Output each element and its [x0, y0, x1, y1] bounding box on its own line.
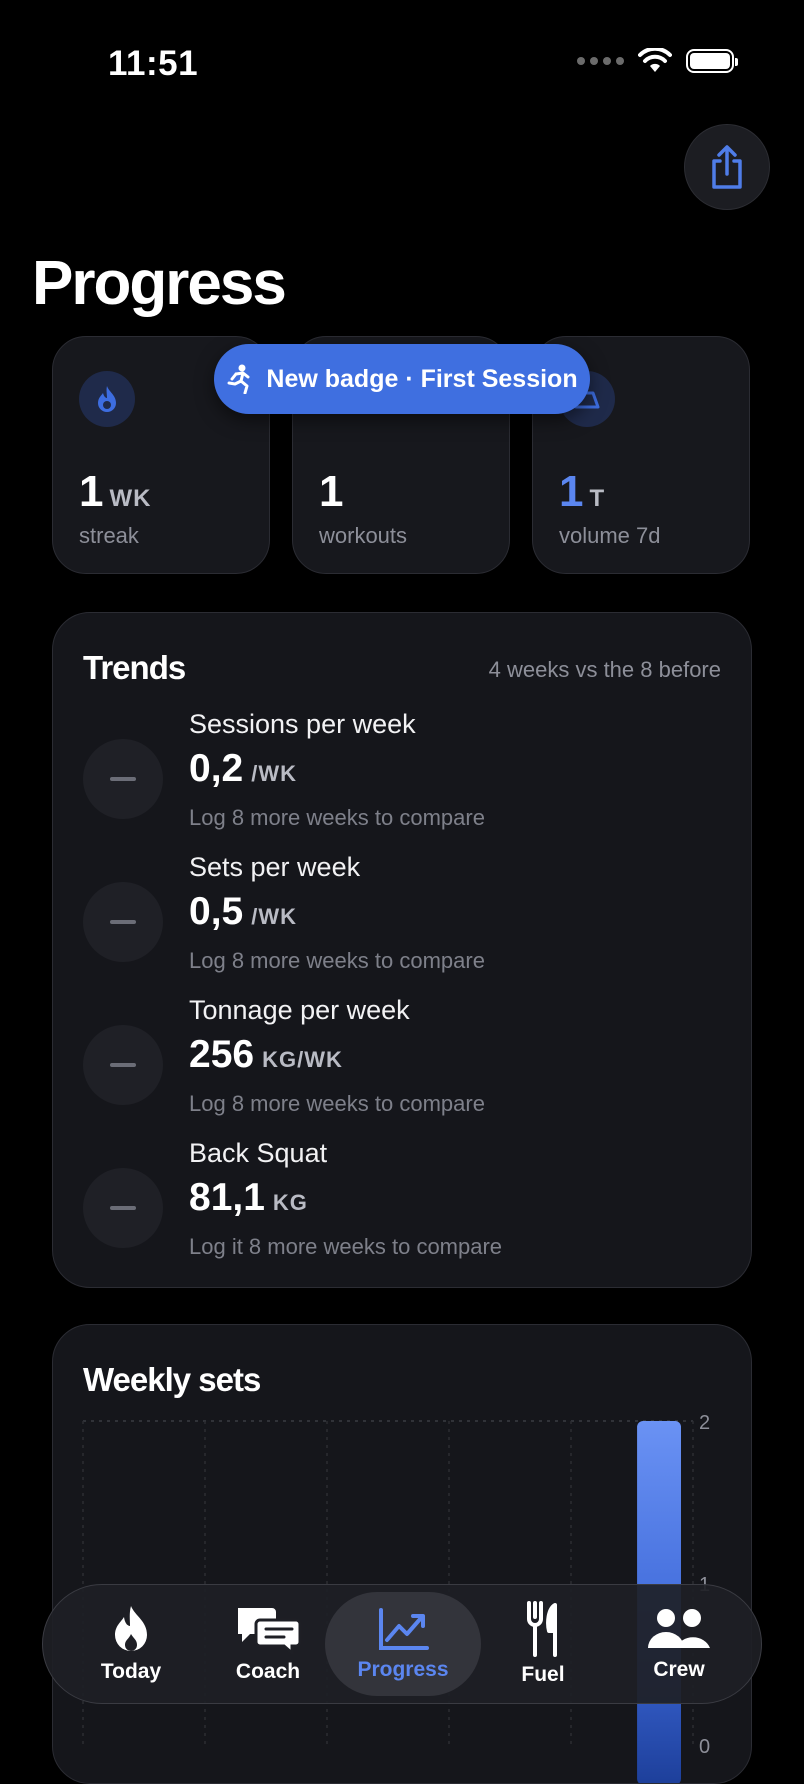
- toast-text: New badge · First Session: [266, 364, 578, 393]
- stat-value: 1 WK: [79, 467, 152, 516]
- trend-value: 81,1 KG: [189, 1176, 308, 1219]
- people-icon: [648, 1609, 710, 1648]
- weekly-sets-card: Weekly sets 210: [52, 1324, 752, 1784]
- trend-name: Sessions per week: [189, 709, 416, 739]
- trend-note: Log 8 more weeks to compare: [189, 805, 485, 830]
- trend-row[interactable]: Sessions per week 0,2/WK Log 8 more week…: [83, 709, 723, 837]
- trend-value: 0,5/WK: [189, 890, 297, 933]
- trend-name: Back Squat: [189, 1138, 328, 1168]
- chart-icon: [379, 1608, 429, 1650]
- trends-title: Trends: [83, 649, 186, 686]
- wifi-icon: [638, 48, 672, 72]
- y-tick-label: 0: [699, 1736, 710, 1758]
- tab-label: Today: [100, 1660, 162, 1683]
- tab-label: Progress: [357, 1658, 449, 1681]
- dash-icon: [83, 882, 163, 962]
- runner-icon: [227, 364, 250, 394]
- stat-value: 1T: [559, 467, 606, 516]
- tab-today[interactable]: Today: [61, 1585, 201, 1703]
- chat-icon: [238, 1608, 302, 1654]
- stat-label: volume 7d: [559, 523, 661, 548]
- flame-icon: [79, 371, 135, 427]
- share-icon: [712, 145, 742, 189]
- trend-row[interactable]: Sets per week 0,5/WK Log 8 more weeks to…: [83, 852, 723, 980]
- page-title: Progress: [32, 249, 287, 318]
- trend-name: Tonnage per week: [189, 995, 410, 1025]
- weekly-sets-chart: 210: [82, 1412, 710, 1783]
- tab-bar: Today Coach Progress Fuel Crew: [42, 1584, 762, 1704]
- flame-icon: [115, 1606, 147, 1651]
- fork-knife-icon: [527, 1601, 557, 1657]
- share-button[interactable]: [684, 124, 770, 210]
- dash-icon: [83, 1168, 163, 1248]
- trend-note: Log it 8 more weeks to compare: [189, 1234, 503, 1259]
- status-time: 11:51: [108, 44, 199, 83]
- dash-icon: [83, 1025, 163, 1105]
- trends-subtitle: 4 weeks vs the 8 before: [488, 657, 721, 682]
- y-tick-label: 2: [699, 1412, 710, 1434]
- tab-progress[interactable]: Progress: [325, 1592, 481, 1696]
- tab-label: Fuel: [521, 1663, 565, 1686]
- trend-row[interactable]: Tonnage per week 256 KG/WK Log 8 more wee…: [83, 995, 723, 1123]
- dash-icon: [83, 739, 163, 819]
- stat-value: 1: [319, 467, 344, 516]
- battery-icon: [686, 49, 738, 73]
- tab-fuel[interactable]: Fuel: [473, 1585, 613, 1703]
- trend-name: Sets per week: [189, 852, 361, 882]
- stat-label: streak: [79, 523, 139, 548]
- trend-value: 256 KG/WK: [189, 1033, 343, 1076]
- badge-toast[interactable]: New badge · First Session: [214, 344, 590, 414]
- tab-label: Coach: [235, 1660, 301, 1683]
- trend-row[interactable]: Back Squat 81,1 KG Log it 8 more weeks to…: [83, 1138, 723, 1266]
- stat-label: workouts: [319, 523, 408, 548]
- signal-icon: [577, 57, 624, 65]
- tab-coach[interactable]: Coach: [198, 1585, 338, 1703]
- tab-label: Crew: [653, 1658, 705, 1681]
- status-icons: [577, 48, 738, 74]
- trends-card: Trends 4 weeks vs the 8 before Sessions …: [52, 612, 752, 1288]
- trend-value: 0,2/WK: [189, 747, 297, 790]
- trend-note: Log 8 more weeks to compare: [189, 1091, 485, 1116]
- tab-crew[interactable]: Crew: [609, 1585, 749, 1703]
- trend-note: Log 8 more weeks to compare: [189, 948, 485, 973]
